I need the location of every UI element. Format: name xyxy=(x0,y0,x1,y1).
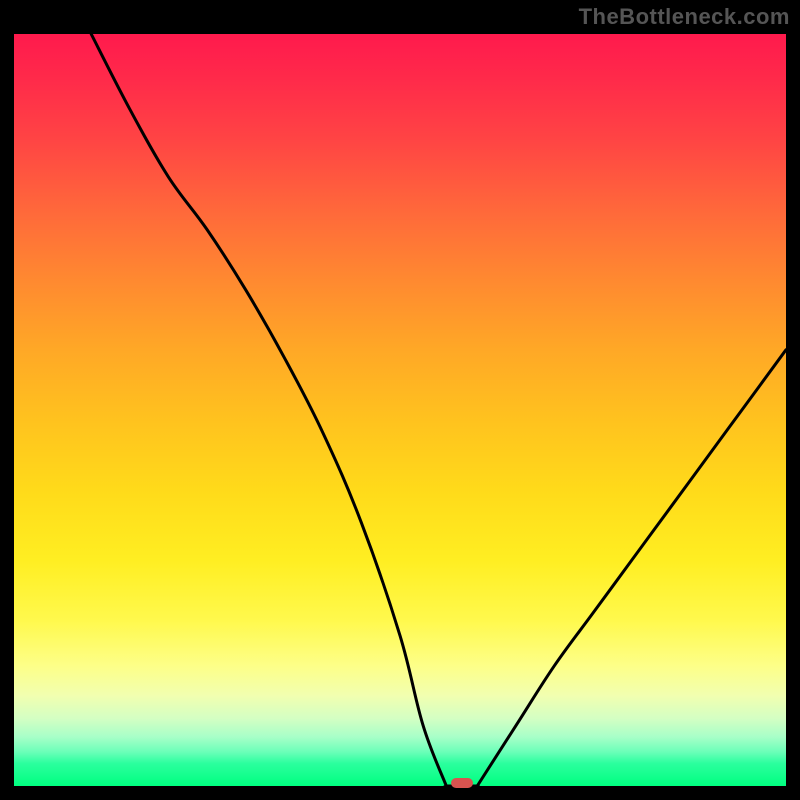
optimal-marker xyxy=(451,778,473,788)
plot-area xyxy=(14,34,786,786)
bottleneck-curve xyxy=(14,34,786,786)
chart-frame: TheBottleneck.com xyxy=(0,0,800,800)
watermark-text: TheBottleneck.com xyxy=(579,4,790,30)
